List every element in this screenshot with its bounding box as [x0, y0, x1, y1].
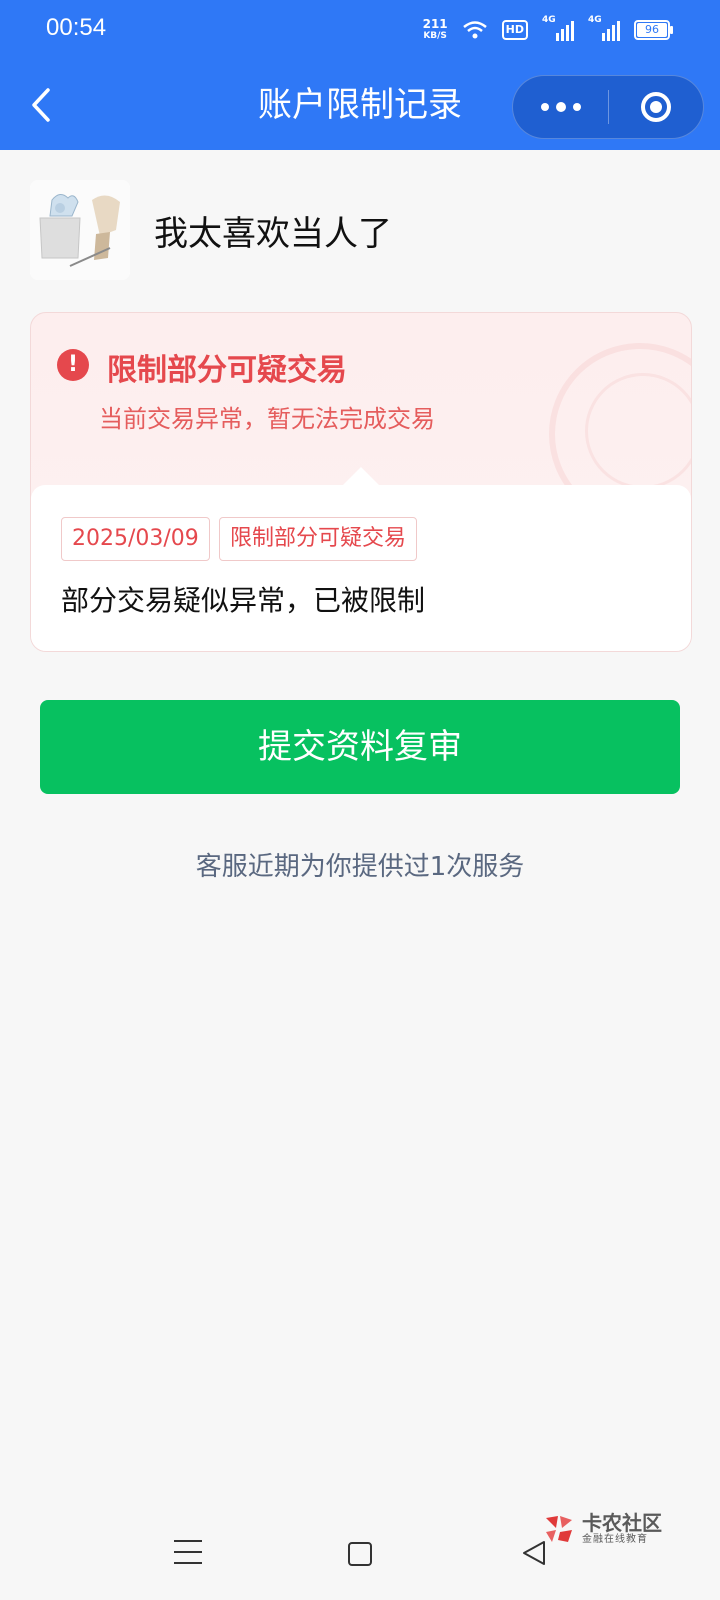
status-icons: 211 KB/S HD 4G 4G 96: [423, 15, 673, 42]
system-menu-button[interactable]: [174, 1540, 202, 1566]
service-history-link[interactable]: 客服近期为你提供过1次服务: [0, 846, 720, 883]
header-bar: 00:54 211 KB/S HD 4G 4G 96 账户限制记录: [0, 0, 720, 150]
status-time: 00:54: [46, 14, 107, 41]
avatar-illustration: [30, 180, 130, 280]
more-button[interactable]: [513, 76, 608, 138]
network-speed: 211 KB/S: [423, 18, 448, 42]
user-name: 我太喜欢当人了: [154, 214, 392, 254]
watermark: 卡农社区 金融在线教育: [542, 1512, 662, 1546]
hd-icon: HD: [501, 20, 528, 40]
type-tag: 限制部分可疑交易: [219, 517, 418, 561]
system-home-button[interactable]: [348, 1542, 372, 1566]
battery-level: 96: [645, 23, 659, 36]
restriction-detail: 2025/03/09 限制部分可疑交易 部分交易疑似异常，已被限制: [31, 467, 691, 651]
miniprogram-capsule: [512, 75, 704, 139]
more-dots-icon: [540, 103, 549, 111]
submit-review-button[interactable]: 提交资料复审: [40, 700, 680, 794]
date-tag: 2025/03/09: [61, 517, 210, 561]
avatar: [30, 180, 130, 280]
network-speed-unit: KB/S: [423, 31, 447, 41]
signal-icon-2: 4G: [588, 15, 620, 41]
restriction-subtitle: 当前交易异常，暂无法完成交易: [99, 405, 435, 433]
pointer-arrow: [343, 467, 379, 485]
triangle-back-icon: [523, 1541, 545, 1565]
watermark-title: 卡农社区: [582, 1511, 662, 1535]
watermark-subtitle: 金融在线教育: [582, 1534, 648, 1545]
system-back-button[interactable]: [520, 1538, 550, 1568]
restriction-description: 部分交易疑似异常，已被限制: [61, 584, 426, 617]
wifi-icon: [462, 21, 487, 39]
restriction-card: ! 限制部分可疑交易 当前交易异常，暂无法完成交易 2025/03/09 限制部…: [30, 312, 692, 652]
alert-icon: !: [57, 349, 89, 381]
restriction-title: 限制部分可疑交易: [107, 353, 347, 388]
close-miniprogram-button[interactable]: [609, 76, 703, 138]
network-speed-value: 211: [422, 17, 448, 31]
target-circle-icon: [641, 92, 671, 122]
battery-icon: 96: [634, 20, 673, 40]
signal-icon: 4G: [542, 15, 574, 41]
